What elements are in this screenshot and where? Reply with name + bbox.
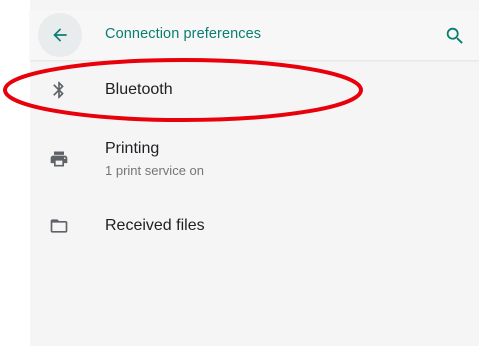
printing-label: Printing xyxy=(105,140,160,157)
app-bar: Connection preferences xyxy=(30,10,479,60)
printing-summary: 1 print service on xyxy=(105,163,204,178)
printer-icon xyxy=(47,147,71,171)
page-title: Connection preferences xyxy=(105,26,262,42)
list-item-printing[interactable]: Printing 1 print service on xyxy=(30,130,479,190)
list-item-received-files[interactable]: Received files xyxy=(30,202,479,252)
search-icon xyxy=(446,27,463,44)
list-item-bluetooth[interactable]: Bluetooth xyxy=(30,65,479,115)
bluetooth-label: Bluetooth xyxy=(105,81,173,98)
arrow-back-icon xyxy=(53,28,67,42)
back-button[interactable] xyxy=(38,13,82,57)
settings-screen: Connection preferences Bluetooth Printin… xyxy=(30,0,479,346)
search-button[interactable] xyxy=(442,23,468,49)
bluetooth-icon xyxy=(47,78,71,102)
received-files-label: Received files xyxy=(105,217,205,234)
folder-icon xyxy=(47,214,71,238)
